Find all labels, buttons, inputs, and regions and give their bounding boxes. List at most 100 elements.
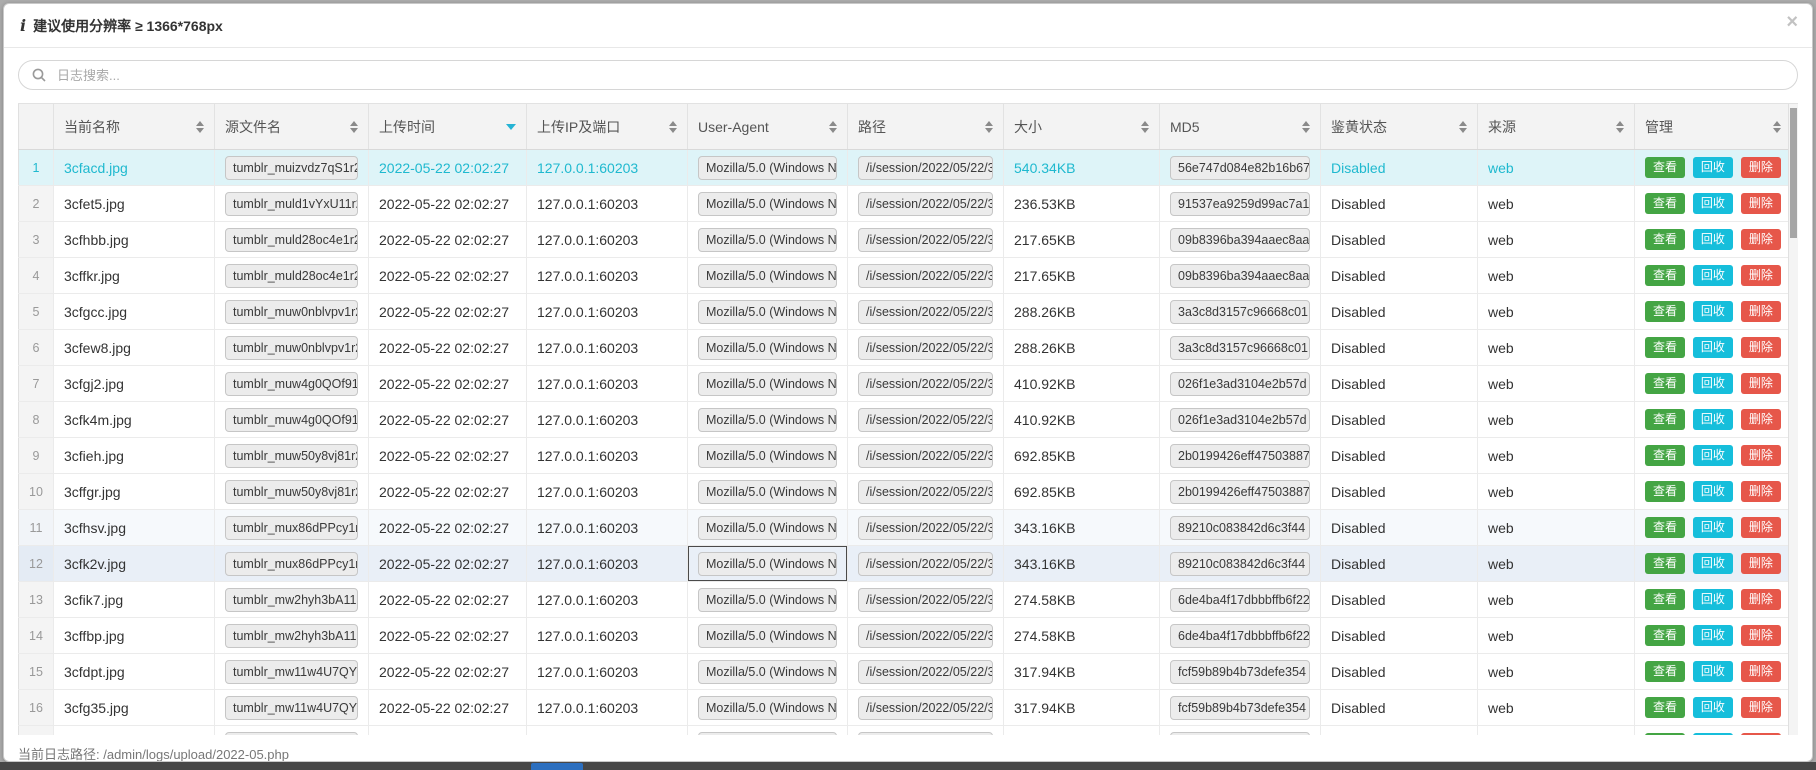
recycle-button[interactable]: 回收: [1693, 481, 1733, 503]
path-pill[interactable]: /i/session/2022/05/22/3: [858, 228, 993, 252]
path-pill[interactable]: /i/session/2022/05/22/3: [858, 588, 993, 612]
view-button[interactable]: 查看: [1645, 193, 1685, 215]
source-file-pill[interactable]: tumblr_muw50y8vj81r2: [225, 480, 358, 504]
delete-button[interactable]: 删除: [1741, 337, 1781, 359]
md5-pill[interactable]: 3a3c8d3157c96668c01: [1170, 336, 1310, 360]
user-agent-pill[interactable]: [698, 732, 837, 736]
recycle-button[interactable]: 回收: [1693, 229, 1733, 251]
close-icon[interactable]: ×: [1786, 12, 1798, 32]
view-button[interactable]: 查看: [1645, 373, 1685, 395]
view-button[interactable]: 查看: [1645, 445, 1685, 467]
source-file-pill[interactable]: tumblr_muld28oc4e1r2: [225, 228, 358, 252]
source-file-pill[interactable]: tumblr_mw2hyh3bA11r: [225, 588, 358, 612]
column-header-11[interactable]: 管理: [1635, 104, 1798, 150]
path-pill[interactable]: /i/session/2022/05/22/3: [858, 264, 993, 288]
source-file-pill[interactable]: tumblr_muld28oc4e1r2: [225, 264, 358, 288]
user-agent-pill[interactable]: Mozilla/5.0 (Windows N: [698, 156, 837, 180]
partial-hidden-button[interactable]: [531, 763, 583, 770]
md5-pill[interactable]: 56e747d084e82b16b67: [1170, 156, 1310, 180]
source-file-pill[interactable]: tumblr_mw11w4U7QY1: [225, 696, 358, 720]
vertical-scrollbar[interactable]: [1788, 104, 1798, 735]
delete-button[interactable]: 删除: [1741, 301, 1781, 323]
md5-pill[interactable]: 2b0199426eff47503887: [1170, 480, 1310, 504]
md5-pill[interactable]: fcf59b89b4b73defe354: [1170, 660, 1310, 684]
view-button[interactable]: 查看: [1645, 733, 1685, 735]
delete-button[interactable]: 删除: [1741, 517, 1781, 539]
delete-button[interactable]: 删除: [1741, 373, 1781, 395]
delete-button[interactable]: 删除: [1741, 445, 1781, 467]
md5-pill[interactable]: 3a3c8d3157c96668c01: [1170, 300, 1310, 324]
view-button[interactable]: 查看: [1645, 481, 1685, 503]
delete-button[interactable]: 删除: [1741, 409, 1781, 431]
source-file-pill[interactable]: tumblr_mux86dPPcy1r2: [225, 552, 358, 576]
path-pill[interactable]: /i/session/2022/05/22/3: [858, 660, 993, 684]
path-pill[interactable]: /i/session/2022/05/22/3: [858, 516, 993, 540]
path-pill[interactable]: /i/session/2022/05/22/3: [858, 300, 993, 324]
scrollbar-thumb[interactable]: [1790, 108, 1797, 238]
source-file-pill[interactable]: tumblr_muw50y8vj81r2: [225, 444, 358, 468]
user-agent-pill[interactable]: Mozilla/5.0 (Windows N: [698, 192, 837, 216]
view-button[interactable]: 查看: [1645, 337, 1685, 359]
source-file-pill[interactable]: tumblr_muw0nblvpv1r2: [225, 300, 358, 324]
view-button[interactable]: 查看: [1645, 697, 1685, 719]
column-header-4[interactable]: 上传IP及端口: [527, 104, 688, 150]
delete-button[interactable]: 删除: [1741, 157, 1781, 179]
column-header-10[interactable]: 来源: [1478, 104, 1635, 150]
path-pill[interactable]: /i/session/2022/05/22/3: [858, 192, 993, 216]
view-button[interactable]: 查看: [1645, 589, 1685, 611]
path-pill[interactable]: /i/session/2022/05/22/3: [858, 156, 993, 180]
recycle-button[interactable]: 回收: [1693, 337, 1733, 359]
delete-button[interactable]: 删除: [1741, 265, 1781, 287]
md5-pill[interactable]: 89210c083842d6c3f44: [1170, 552, 1310, 576]
user-agent-pill[interactable]: Mozilla/5.0 (Windows N: [698, 696, 837, 720]
path-pill[interactable]: /i/session/2022/05/22/3: [858, 480, 993, 504]
source-file-pill[interactable]: [225, 732, 358, 736]
path-pill[interactable]: /i/session/2022/05/22/3: [858, 696, 993, 720]
recycle-button[interactable]: 回收: [1693, 697, 1733, 719]
view-button[interactable]: 查看: [1645, 409, 1685, 431]
source-file-pill[interactable]: tumblr_muw4g0QOf91r: [225, 408, 358, 432]
path-pill[interactable]: /i/session/2022/05/22/3: [858, 624, 993, 648]
view-button[interactable]: 查看: [1645, 661, 1685, 683]
view-button[interactable]: 查看: [1645, 157, 1685, 179]
md5-pill[interactable]: 91537ea9259d99ac7a1: [1170, 192, 1310, 216]
source-file-pill[interactable]: tumblr_mw11w4U7QY1: [225, 660, 358, 684]
md5-pill[interactable]: 026f1e3ad3104e2b57d: [1170, 408, 1310, 432]
delete-button[interactable]: 删除: [1741, 481, 1781, 503]
recycle-button[interactable]: 回收: [1693, 193, 1733, 215]
column-header-8[interactable]: MD5: [1160, 104, 1321, 150]
user-agent-pill[interactable]: Mozilla/5.0 (Windows N: [698, 552, 837, 576]
user-agent-pill[interactable]: Mozilla/5.0 (Windows N: [698, 516, 837, 540]
recycle-button[interactable]: 回收: [1693, 409, 1733, 431]
column-header-9[interactable]: 鉴黄状态: [1321, 104, 1478, 150]
user-agent-pill[interactable]: Mozilla/5.0 (Windows N: [698, 372, 837, 396]
recycle-button[interactable]: 回收: [1693, 733, 1733, 735]
search-input[interactable]: [55, 67, 1785, 84]
recycle-button[interactable]: 回收: [1693, 553, 1733, 575]
path-pill[interactable]: /i/session/2022/05/22/3: [858, 552, 993, 576]
user-agent-pill[interactable]: Mozilla/5.0 (Windows N: [698, 264, 837, 288]
column-header-3[interactable]: 上传时间: [369, 104, 527, 150]
column-header-1[interactable]: 当前名称: [54, 104, 215, 150]
delete-button[interactable]: 删除: [1741, 193, 1781, 215]
recycle-button[interactable]: 回收: [1693, 517, 1733, 539]
column-header-6[interactable]: 路径: [848, 104, 1004, 150]
recycle-button[interactable]: 回收: [1693, 661, 1733, 683]
recycle-button[interactable]: 回收: [1693, 445, 1733, 467]
md5-pill[interactable]: [1170, 732, 1310, 736]
user-agent-pill[interactable]: Mozilla/5.0 (Windows N: [698, 300, 837, 324]
source-file-pill[interactable]: tumblr_mw2hyh3bA11r: [225, 624, 358, 648]
user-agent-pill[interactable]: Mozilla/5.0 (Windows N: [698, 408, 837, 432]
md5-pill[interactable]: 89210c083842d6c3f44: [1170, 516, 1310, 540]
md5-pill[interactable]: 09b8396ba394aaec8aa: [1170, 264, 1310, 288]
view-button[interactable]: 查看: [1645, 625, 1685, 647]
delete-button[interactable]: 删除: [1741, 661, 1781, 683]
path-pill[interactable]: /i/session/2022/05/22/3: [858, 336, 993, 360]
user-agent-pill[interactable]: Mozilla/5.0 (Windows N: [698, 588, 837, 612]
recycle-button[interactable]: 回收: [1693, 265, 1733, 287]
column-header-7[interactable]: 大小: [1004, 104, 1160, 150]
path-pill[interactable]: [858, 732, 993, 736]
delete-button[interactable]: 删除: [1741, 733, 1781, 735]
path-pill[interactable]: /i/session/2022/05/22/3: [858, 444, 993, 468]
user-agent-pill[interactable]: Mozilla/5.0 (Windows N: [698, 660, 837, 684]
